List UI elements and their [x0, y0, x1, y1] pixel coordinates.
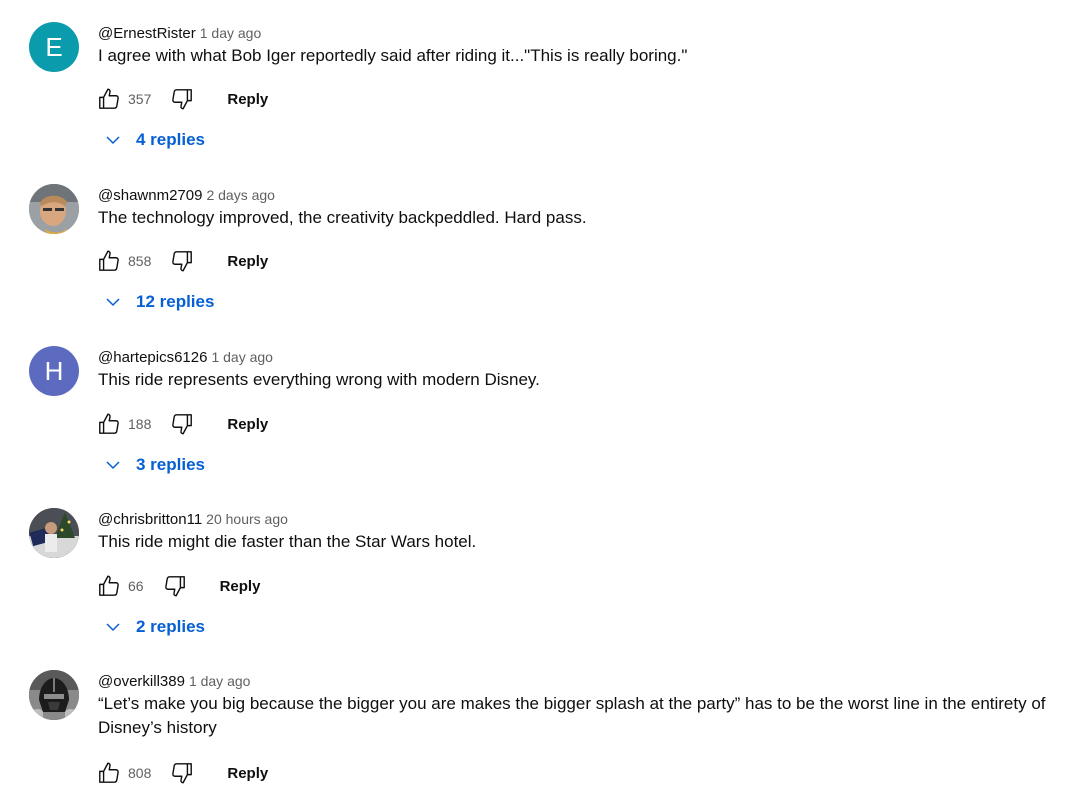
thumbs-up-icon: [99, 575, 119, 596]
photo-avatar-face: [29, 184, 79, 234]
photo-avatar-helmet: [29, 670, 79, 720]
chevron-down-icon: [106, 298, 120, 307]
thumbs-up-icon: [99, 762, 119, 783]
comment-actions: 357 Reply: [96, 85, 268, 113]
comment-text: This ride represents everything wrong wi…: [98, 370, 540, 389]
dislike-button[interactable]: [169, 86, 195, 112]
replies-label: 12 replies: [136, 292, 215, 311]
like-count: 808: [128, 765, 152, 781]
avatar-letter: H: [44, 355, 64, 386]
dislike-button[interactable]: [169, 248, 195, 274]
comment-text: “Let’s make you big because the bigger y…: [98, 694, 1046, 737]
thumbs-down-icon: [172, 251, 193, 272]
comment-time[interactable]: 20 hours ago: [206, 511, 288, 527]
reply-button[interactable]: Reply: [227, 416, 268, 433]
like-count: 357: [128, 91, 152, 107]
chevron-down-icon: [106, 623, 120, 632]
avatar[interactable]: H: [29, 346, 79, 396]
comment-time[interactable]: 1 day ago: [200, 25, 262, 41]
thumbs-down-icon: [172, 763, 193, 784]
like-count: 858: [128, 253, 152, 269]
avatar[interactable]: E: [29, 22, 79, 72]
comment-header: @overkill389 1 day ago: [98, 672, 250, 691]
view-replies-button[interactable]: 2 replies: [104, 617, 205, 637]
replies-label: 4 replies: [136, 130, 205, 149]
dislike-button[interactable]: [169, 760, 195, 786]
avatar-letter: E: [45, 31, 63, 62]
chevron-down-icon: [106, 136, 120, 145]
comment-author[interactable]: @hartepics6126: [98, 349, 207, 366]
comment-actions: 188 Reply: [96, 410, 268, 438]
comment-text: I agree with what Bob Iger reportedly sa…: [98, 46, 688, 65]
comment-time[interactable]: 1 day ago: [189, 673, 251, 689]
reply-button[interactable]: Reply: [227, 91, 268, 108]
comment-actions: 858 Reply: [96, 247, 268, 275]
dislike-button[interactable]: [162, 573, 188, 599]
replies-label: 2 replies: [136, 617, 205, 636]
like-count: 188: [128, 416, 152, 432]
comment-text: This ride might die faster than the Star…: [98, 532, 477, 551]
like-button[interactable]: [96, 760, 122, 786]
like-button[interactable]: [96, 573, 122, 599]
comment-author[interactable]: @ErnestRister: [98, 25, 196, 42]
chevron-down-icon: [106, 461, 120, 470]
reply-button[interactable]: Reply: [220, 578, 261, 595]
comment-header: @chrisbritton11 20 hours ago: [98, 510, 288, 529]
view-replies-button[interactable]: 3 replies: [104, 455, 205, 475]
dislike-button[interactable]: [169, 411, 195, 437]
comment-text: The technology improved, the creativity …: [98, 208, 587, 227]
avatar[interactable]: [29, 508, 79, 558]
thumbs-up-icon: [99, 250, 119, 271]
like-button[interactable]: [96, 411, 122, 437]
thumbs-up-icon: [99, 413, 119, 434]
avatar[interactable]: [29, 670, 79, 720]
thumbs-down-icon: [172, 414, 193, 435]
comment-actions: 808 Reply: [96, 759, 268, 787]
comment-header: @hartepics6126 1 day ago: [98, 348, 273, 367]
thumbs-up-icon: [99, 88, 119, 109]
view-replies-button[interactable]: 4 replies: [104, 130, 205, 150]
comment-header: @shawnm2709 2 days ago: [98, 186, 275, 205]
like-count: 66: [128, 578, 144, 594]
comment-time[interactable]: 1 day ago: [211, 349, 273, 365]
thumbs-down-icon: [164, 576, 185, 597]
comment-time[interactable]: 2 days ago: [206, 187, 275, 203]
avatar[interactable]: [29, 184, 79, 234]
thumbs-down-icon: [172, 89, 193, 110]
comment-actions: 66 Reply: [96, 572, 260, 600]
like-button[interactable]: [96, 86, 122, 112]
like-button[interactable]: [96, 248, 122, 274]
comment-author[interactable]: @shawnm2709: [98, 187, 202, 204]
comment-header: @ErnestRister 1 day ago: [98, 24, 261, 43]
view-replies-button[interactable]: 12 replies: [104, 292, 214, 312]
replies-label: 3 replies: [136, 455, 205, 474]
comment-author[interactable]: @chrisbritton11: [98, 511, 202, 528]
photo-avatar-group: [29, 508, 79, 558]
comment-author[interactable]: @overkill389: [98, 673, 185, 690]
reply-button[interactable]: Reply: [227, 253, 268, 270]
reply-button[interactable]: Reply: [227, 765, 268, 782]
